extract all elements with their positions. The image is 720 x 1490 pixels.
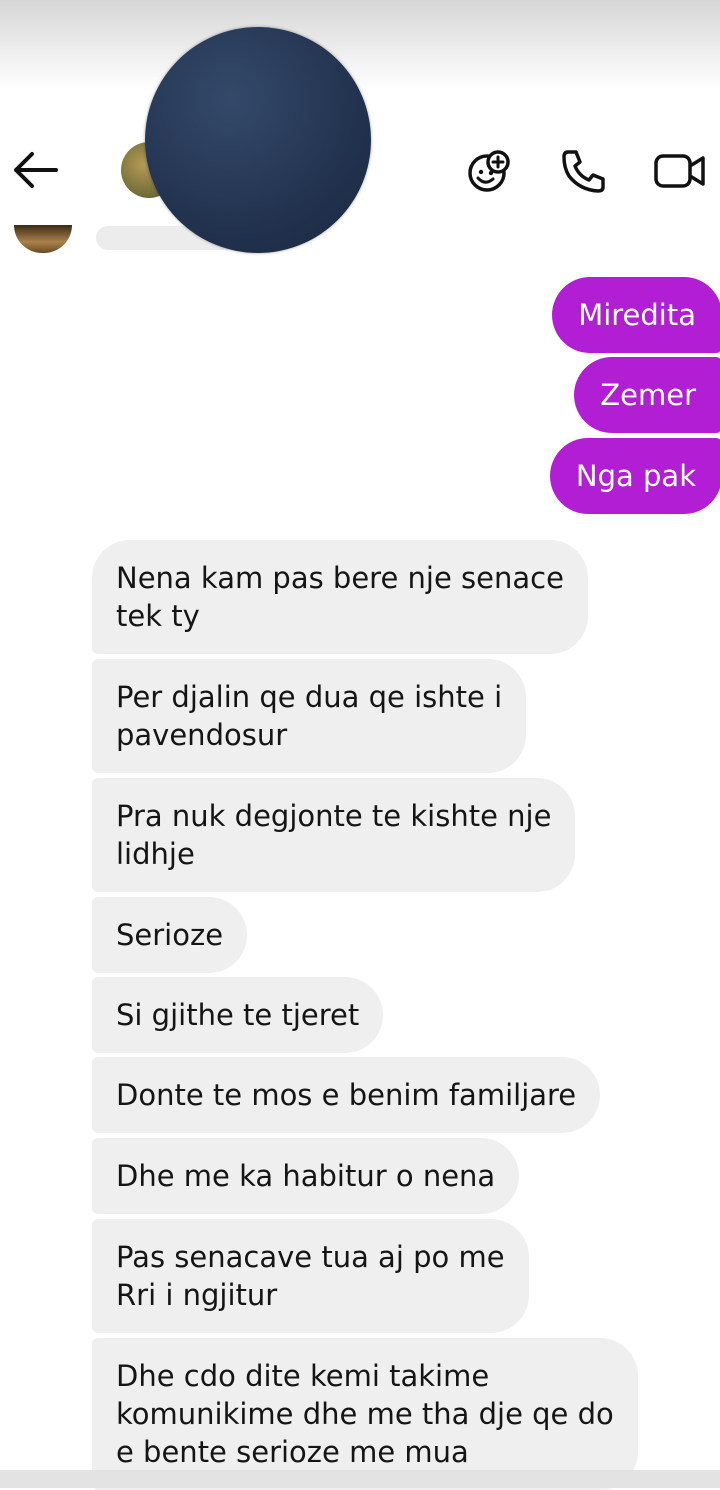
bottom-edge	[0, 1470, 720, 1488]
incoming-message: Dhe me ka habitur o nena	[92, 1138, 520, 1214]
phone-icon[interactable]	[558, 146, 610, 196]
incoming-message: Dhe cdo dite kemi takime komunikime dhe …	[92, 1338, 638, 1490]
incoming-message: Donte te mos e benim familjare	[92, 1057, 601, 1133]
incoming-message: Nena kam pas bere nje senace tek ty	[92, 540, 588, 654]
outgoing-message: Nga pak	[549, 438, 720, 514]
back-arrow-icon[interactable]	[10, 148, 60, 192]
incoming-message: Per djalin qe dua qe ishte i pavendosur	[92, 659, 527, 773]
incoming-message: Si gjithe te tjeret	[92, 977, 384, 1053]
avatar	[14, 225, 72, 253]
chat-header	[0, 0, 720, 270]
incoming-message: Pas senacave tua aj po me Rri i ngjitur	[92, 1219, 529, 1333]
redaction-disc	[145, 27, 371, 253]
outgoing-message: Zemer	[574, 357, 720, 433]
outgoing-message: Miredita	[552, 277, 720, 353]
incoming-message: Pra nuk degjonte te kishte nje lidhje	[92, 778, 576, 892]
video-camera-icon[interactable]	[652, 146, 708, 196]
effects-icon[interactable]	[464, 146, 516, 196]
incoming-message: Serioze	[92, 897, 248, 973]
